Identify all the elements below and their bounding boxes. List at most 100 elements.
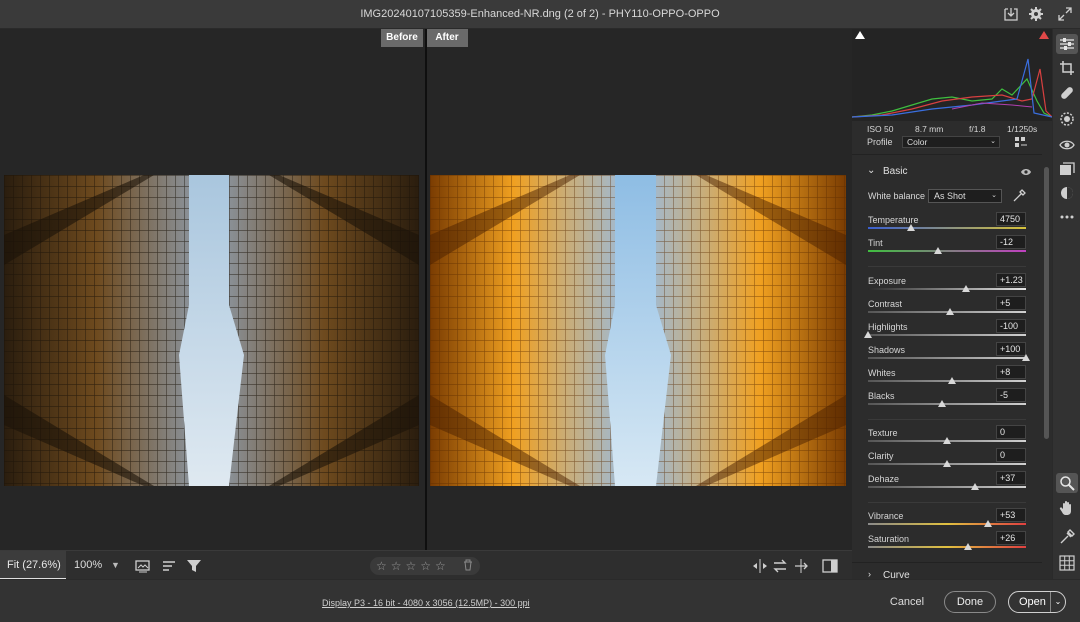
curve-title: Curve [883, 570, 910, 579]
hand-icon[interactable] [1059, 500, 1075, 516]
copy-settings-icon[interactable] [793, 558, 809, 574]
tint-input[interactable]: -12 [996, 235, 1026, 249]
whites-label: Whites [868, 368, 896, 378]
workflow-options-link[interactable]: Display P3 - 16 bit - 4080 x 3056 (12.5M… [322, 598, 530, 608]
grid-overlay-icon[interactable] [1059, 555, 1075, 571]
contrast-slider[interactable]: Contrast +5 [868, 296, 1026, 321]
highlights-slider[interactable]: Highlights -100 [864, 319, 1026, 344]
temperature-slider[interactable]: Temperature 4750 [868, 212, 1026, 237]
contrast-label: Contrast [868, 299, 903, 309]
exposure-slider[interactable]: Exposure +1.23 [868, 273, 1026, 298]
whites-slider[interactable]: Whites +8 [868, 365, 1026, 390]
exposure-input[interactable]: +1.23 [996, 273, 1026, 287]
before-label[interactable]: Before [381, 29, 423, 47]
presets-icon[interactable] [1059, 185, 1075, 201]
zoom-dropdown-icon[interactable]: ▼ [111, 551, 120, 580]
texture-slider[interactable]: Texture 0 [868, 425, 1026, 450]
vibrance-thumb[interactable] [984, 520, 993, 527]
trash-icon[interactable] [462, 559, 474, 571]
zoom-icon[interactable] [1056, 473, 1078, 493]
shadows-slider[interactable]: Shadows +100 [868, 342, 1030, 367]
dehaze-slider[interactable]: Dehaze +37 [868, 471, 1026, 496]
whites-thumb[interactable] [947, 377, 956, 384]
filmstrip-icon[interactable] [135, 558, 151, 574]
clarity-thumb[interactable] [943, 460, 951, 467]
dehaze-input[interactable]: +37 [996, 471, 1026, 485]
blacks-thumb[interactable] [938, 400, 947, 407]
red-eye-icon[interactable] [1059, 137, 1075, 153]
swap-icon[interactable] [772, 558, 788, 574]
white-balance-value: As Shot [934, 191, 966, 201]
gear-icon[interactable] [1028, 6, 1044, 22]
zoom-100-button[interactable]: 100% [74, 551, 102, 580]
chevron-down-icon[interactable]: ⌄ [1050, 592, 1065, 612]
before-after-divider [425, 29, 427, 550]
tint-slider[interactable]: Tint -12 [868, 235, 1026, 260]
profile-select[interactable]: Color ⌄ [902, 136, 1000, 148]
snapshots-icon[interactable] [1059, 161, 1075, 177]
saturation-track [868, 546, 1026, 548]
exposure-thumb[interactable] [961, 285, 970, 292]
profile-label: Profile [867, 137, 893, 147]
edit-panel: ISO 50 8.7 mm f/1.8 1/1250s Profile Colo… [851, 29, 1053, 579]
clarity-input[interactable]: 0 [996, 448, 1026, 462]
vibrance-label: Vibrance [868, 511, 904, 521]
save-icon[interactable] [1003, 6, 1019, 22]
zoom-fit-button[interactable]: Fit (27.6%) [0, 551, 66, 580]
eyedropper-icon[interactable] [1012, 189, 1026, 203]
saturation-input[interactable]: +26 [996, 531, 1026, 545]
texture-input[interactable]: 0 [996, 425, 1026, 439]
whites-input[interactable]: +8 [996, 365, 1026, 379]
chevron-down-icon: ⌄ [867, 165, 876, 176]
profile-row: Profile Color ⌄ [852, 136, 1042, 150]
tint-label: Tint [868, 238, 883, 248]
white-balance-row: White balance As Shot ⌄ [868, 189, 1028, 205]
crop-icon[interactable] [1059, 60, 1075, 76]
vibrance-input[interactable]: +53 [996, 508, 1026, 522]
color-sampler-icon[interactable] [1059, 529, 1075, 545]
compare-view-icon[interactable] [822, 558, 838, 574]
histogram [851, 29, 1053, 121]
chevron-down-icon: ⌄ [990, 138, 996, 145]
after-label[interactable]: After [426, 29, 468, 47]
masking-icon[interactable] [1059, 111, 1075, 127]
clarity-slider[interactable]: Clarity 0 [868, 448, 1026, 473]
sort-icon[interactable] [161, 558, 177, 574]
tint-thumb[interactable] [933, 247, 942, 254]
blacks-track [868, 403, 1026, 405]
contrast-thumb[interactable] [946, 308, 955, 315]
highlights-input[interactable]: -100 [996, 319, 1026, 333]
panel-scroll-thumb[interactable] [1044, 167, 1049, 439]
fullscreen-icon[interactable] [1057, 6, 1073, 22]
blacks-label: Blacks [868, 391, 895, 401]
contrast-input[interactable]: +5 [996, 296, 1026, 310]
texture-thumb[interactable] [943, 437, 951, 444]
white-balance-select[interactable]: As Shot ⌄ [928, 189, 1002, 203]
before-after-toggle-icon[interactable] [752, 558, 768, 574]
section-divider [868, 266, 1026, 267]
visibility-eye-icon[interactable] [1020, 167, 1032, 177]
filter-icon[interactable] [186, 558, 202, 574]
more-options-icon[interactable] [1059, 209, 1075, 225]
healing-icon[interactable] [1059, 85, 1075, 101]
cancel-button[interactable]: Cancel [884, 592, 930, 612]
saturation-slider[interactable]: Saturation +26 [868, 531, 1026, 556]
after-photo [430, 175, 846, 486]
temperature-input[interactable]: 4750 [996, 212, 1026, 226]
footer-bar: Display P3 - 16 bit - 4080 x 3056 (12.5M… [0, 579, 1080, 622]
profile-browser-icon[interactable] [1014, 136, 1028, 148]
edit-sliders-icon[interactable] [1056, 34, 1078, 54]
vibrance-slider[interactable]: Vibrance +53 [868, 508, 1026, 533]
blacks-input[interactable]: -5 [996, 388, 1026, 402]
temperature-thumb[interactable] [906, 224, 915, 231]
curve-section-header[interactable]: › Curve [852, 567, 1042, 579]
done-button[interactable]: Done [944, 591, 996, 613]
blacks-slider[interactable]: Blacks -5 [868, 388, 1026, 413]
exposure-label: Exposure [868, 276, 907, 286]
highlights-thumb[interactable] [864, 331, 872, 338]
open-button[interactable]: Open ⌄ [1008, 591, 1066, 613]
shadows-thumb[interactable] [1022, 354, 1030, 361]
basic-section-header[interactable]: ⌄ Basic [852, 161, 1042, 183]
dehaze-thumb[interactable] [971, 483, 980, 490]
saturation-thumb[interactable] [963, 543, 972, 550]
